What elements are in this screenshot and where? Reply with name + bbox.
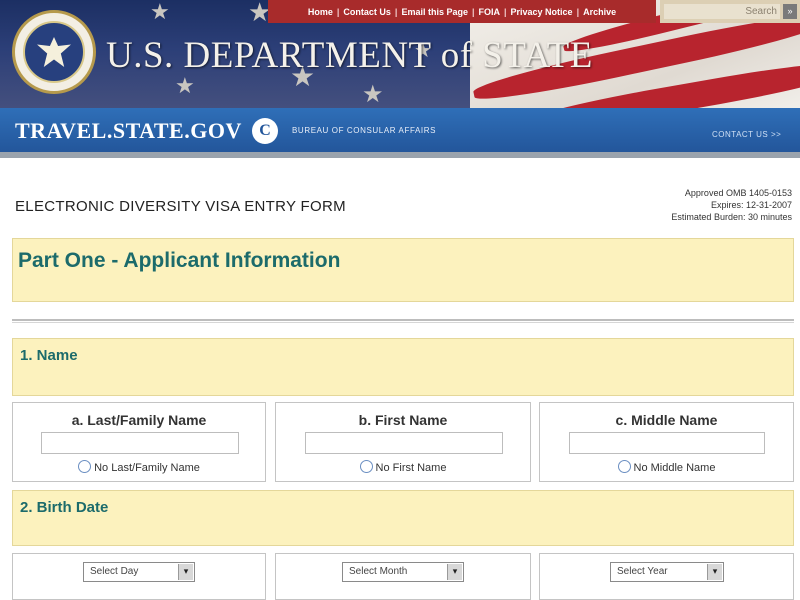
birth-section-panel (12, 490, 794, 546)
middle-name-label: c. Middle Name (615, 412, 718, 428)
search-input[interactable]: Search (664, 4, 780, 19)
section-name-title: 1. Name (20, 347, 78, 364)
birth-day-cell: Select Day ▾ (12, 553, 266, 600)
last-name-cell: a. Last/Family Name No Last/Family Name (12, 402, 266, 482)
month-select-value: Select Month (349, 566, 408, 577)
search-area: Search » (660, 0, 800, 23)
no-last-name-checkbox[interactable] (78, 460, 92, 473)
year-select-value: Select Year (617, 566, 668, 577)
no-first-name-checkbox[interactable] (359, 460, 373, 473)
part-title: Part One - Applicant Information (18, 249, 341, 272)
bureau-label: BUREAU OF CONSULAR AFFAIRS (292, 126, 437, 135)
birth-year-cell: Select Year ▾ (539, 553, 794, 600)
section-birth-title: 2. Birth Date (20, 499, 109, 516)
divider (12, 319, 794, 323)
day-select-value: Select Day (90, 566, 139, 577)
eagle-icon (23, 21, 85, 83)
form-heading: ELECTRONIC DIVERSITY VISA ENTRY FORM (15, 198, 346, 215)
nav-privacy-link[interactable]: Privacy Notice (511, 7, 573, 17)
nav-contact-link[interactable]: Contact Us (343, 7, 391, 17)
department-seal[interactable] (12, 10, 96, 94)
last-name-label: a. Last/Family Name (71, 412, 207, 428)
year-select[interactable]: Select Year ▾ (610, 562, 724, 582)
first-name-input[interactable] (305, 432, 503, 454)
omb-expiration: Expires: 12-31-2007 (710, 200, 792, 210)
no-first-name-option[interactable]: No First Name (276, 460, 530, 474)
star-icon: ★ (362, 80, 384, 108)
birth-month-cell: Select Month ▾ (275, 553, 531, 600)
middle-name-cell: c. Middle Name No Middle Name (539, 402, 794, 482)
nav-foia-link[interactable]: FOIA (479, 7, 501, 17)
contact-us-link[interactable]: CONTACT US >> (712, 130, 781, 139)
star-icon: ★ (150, 0, 170, 25)
omb-burden: Estimated Burden: 30 minutes (671, 212, 792, 222)
star-icon: ★ (175, 74, 195, 99)
name-section-panel (12, 338, 794, 396)
first-name-label: b. First Name (358, 412, 448, 428)
header-banner: ★ ★ ★ ★ ★ ★ U.S. DEPARTMENT of STATE Hom… (0, 0, 800, 110)
travel-bar: TRAVEL.STATE.GOV C BUREAU OF CONSULAR AF… (0, 108, 800, 152)
nav-home-link[interactable]: Home (308, 7, 333, 17)
omb-approval: Approved OMB 1405-0153 (684, 188, 792, 198)
nav-email-link[interactable]: Email this Page (401, 7, 468, 17)
divider (0, 152, 800, 158)
day-select[interactable]: Select Day ▾ (83, 562, 195, 582)
chevron-down-icon[interactable]: ▾ (178, 564, 193, 580)
middle-name-input[interactable] (569, 432, 765, 454)
last-name-input[interactable] (41, 432, 239, 454)
month-select[interactable]: Select Month ▾ (342, 562, 464, 582)
chevron-down-icon[interactable]: ▾ (707, 564, 722, 580)
no-middle-name-option[interactable]: No Middle Name (540, 460, 793, 474)
no-first-name-label: No First Name (375, 462, 447, 474)
no-last-name-label: No Last/Family Name (94, 462, 200, 474)
department-title: U.S. DEPARTMENT of STATE (106, 35, 593, 76)
omb-info: Approved OMB 1405-0153 Expires: 12-31-20… (671, 187, 792, 223)
first-name-cell: b. First Name No First Name (275, 402, 531, 482)
no-middle-name-label: No Middle Name (633, 462, 716, 474)
travel-logo[interactable]: TRAVEL.STATE.GOV (15, 118, 242, 144)
top-nav: Home | Contact Us | Email this Page | FO… (268, 0, 656, 23)
no-last-name-option[interactable]: No Last/Family Name (13, 460, 265, 474)
no-middle-name-checkbox[interactable] (617, 460, 631, 473)
nav-archive-link[interactable]: Archive (583, 7, 616, 17)
consular-emblem-icon: C (252, 118, 278, 144)
search-button[interactable]: » (783, 4, 797, 19)
chevron-down-icon[interactable]: ▾ (447, 564, 462, 580)
